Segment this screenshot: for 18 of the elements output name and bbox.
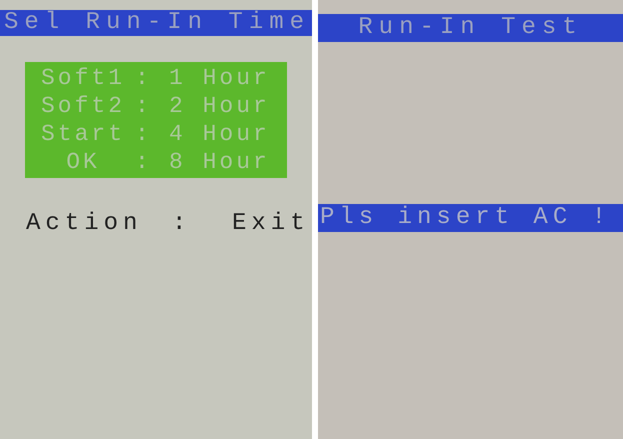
screen-title: Sel Run-In Time — [0, 10, 312, 36]
menu-value: 4 Hour — [169, 120, 271, 148]
action-label: Action — [26, 209, 144, 239]
menu-label: Soft1 — [40, 64, 126, 92]
menu-label: Soft2 — [40, 92, 126, 120]
menu-value: 1 Hour — [169, 64, 271, 92]
menu-colon: : — [135, 148, 153, 176]
menu-colon: : — [135, 120, 153, 148]
menu-colon: : — [135, 64, 153, 92]
menu-label: OK — [65, 148, 101, 176]
menu-label: Start — [40, 120, 126, 148]
menu-value: 2 Hour — [169, 92, 271, 120]
menu-colon: : — [135, 92, 153, 120]
action-colon: : — [172, 209, 192, 239]
menu-value: 8 Hour — [169, 148, 271, 176]
screen-title: Run-In Test — [318, 14, 623, 42]
action-value: Exit — [232, 209, 310, 239]
message-banner: Pls insert AC ! — [318, 204, 623, 232]
